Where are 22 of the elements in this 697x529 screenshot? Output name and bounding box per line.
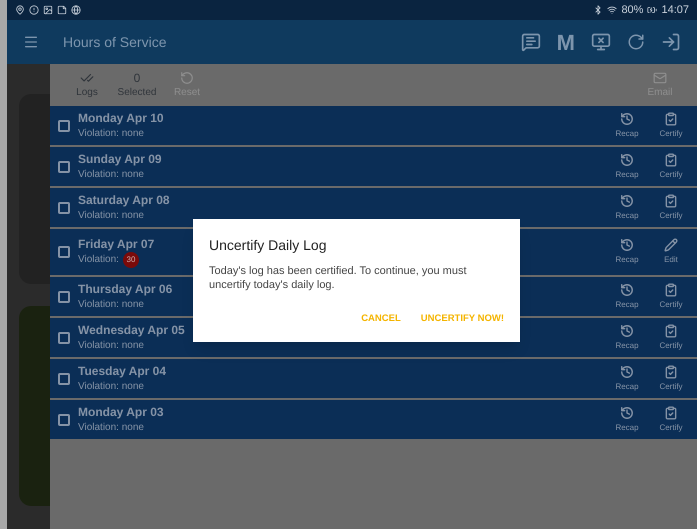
log-date: Monday Apr 03 bbox=[78, 404, 164, 420]
violation-text: Violation: none bbox=[78, 380, 144, 394]
battery-percent: 80% bbox=[621, 2, 644, 18]
log-date: Tuesday Apr 04 bbox=[78, 364, 166, 378]
violation-text: Violation: none bbox=[78, 208, 144, 222]
log-date: Monday Apr 10 bbox=[78, 110, 164, 126]
violation-text: Violation: none bbox=[78, 420, 144, 434]
log-date: Wednesday Apr 05 bbox=[78, 322, 185, 338]
violation-text: Violation: none bbox=[78, 126, 144, 140]
log-date: Friday Apr 07 bbox=[78, 236, 154, 252]
log-date: Sunday Apr 09 bbox=[78, 152, 162, 166]
log-date: Thursday Apr 06 bbox=[78, 282, 172, 296]
app-title: Hours of Service bbox=[63, 32, 166, 52]
violation-text: Violation: none bbox=[78, 168, 144, 182]
dialog-title: Uncertify Daily Log bbox=[209, 236, 328, 255]
dialog-message: Today's log has been certified. To continue, you must uncertify today's daily log. bbox=[209, 264, 468, 292]
violation-text: Violation: none bbox=[78, 338, 144, 352]
log-date: Saturday Apr 08 bbox=[78, 192, 170, 208]
violation-badge: 30 bbox=[122, 252, 139, 268]
clock-time: 14:07 bbox=[661, 2, 689, 18]
violation-text: Violation: none bbox=[78, 298, 144, 312]
violation-text: Violation: bbox=[78, 253, 119, 267]
